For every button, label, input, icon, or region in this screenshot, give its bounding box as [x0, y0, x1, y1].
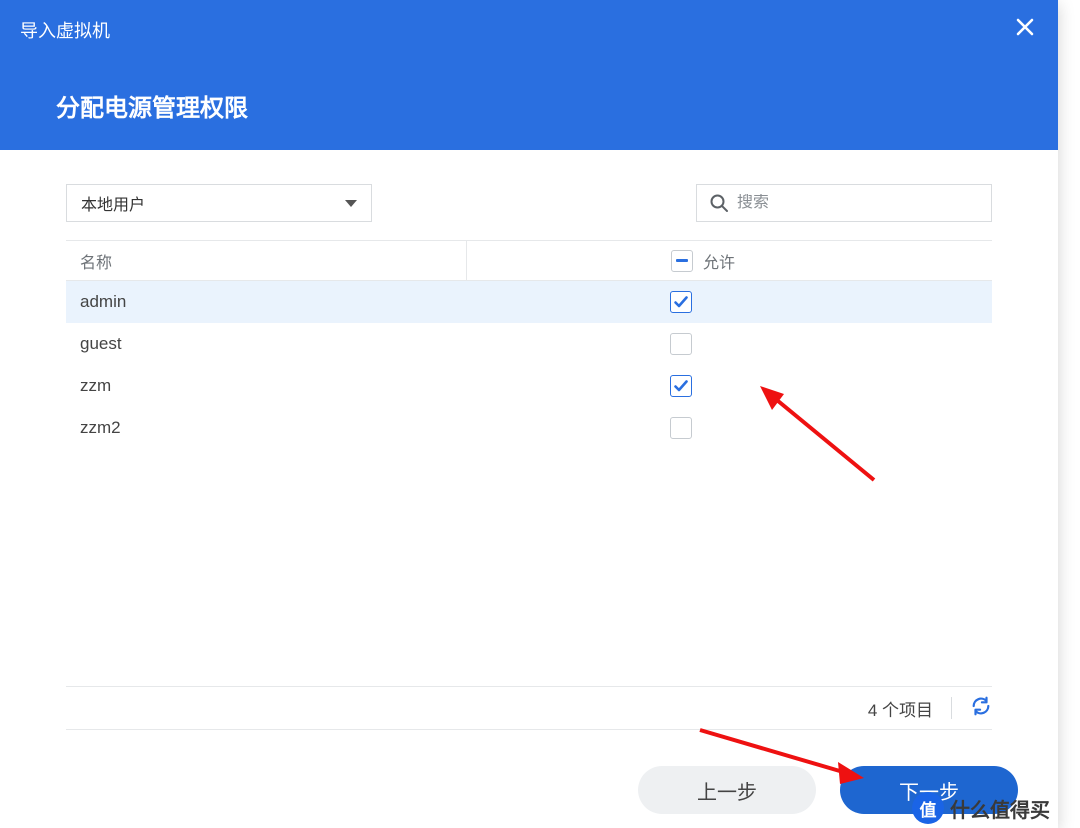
step-title: 分配电源管理权限 [56, 88, 248, 123]
minus-icon [676, 259, 688, 262]
import-vm-modal: 导入虚拟机 分配电源管理权限 本地用户 名称 允许 [0, 0, 1058, 828]
allow-checkbox[interactable] [670, 417, 692, 439]
refresh-button[interactable] [970, 695, 992, 722]
cell-name: admin [66, 292, 466, 312]
item-count: 4 个项目 [868, 696, 933, 721]
search-box[interactable] [696, 184, 992, 222]
table-row[interactable]: admin [66, 281, 992, 323]
dropdown-value: 本地用户 [81, 191, 145, 215]
column-header-allow-label: 允许 [703, 249, 735, 273]
header-checkbox-indeterminate[interactable] [671, 250, 693, 272]
check-icon [673, 294, 689, 310]
user-source-dropdown[interactable]: 本地用户 [66, 184, 372, 222]
table-header: 名称 允许 [66, 241, 992, 281]
table-row[interactable]: zzm [66, 365, 992, 407]
cell-allow [466, 365, 992, 407]
check-icon [673, 378, 689, 394]
cell-allow [466, 281, 992, 323]
cell-name: guest [66, 334, 466, 354]
chevron-down-icon [345, 200, 357, 207]
step-header: 分配电源管理权限 [0, 60, 1058, 150]
modal-title: 导入虚拟机 [20, 17, 110, 43]
allow-checkbox[interactable] [670, 291, 692, 313]
modal-titlebar: 导入虚拟机 [0, 0, 1058, 60]
controls-row: 本地用户 [66, 184, 992, 222]
column-header-allow[interactable]: 允许 [466, 241, 992, 280]
next-button[interactable]: 下一步 [840, 766, 1018, 814]
cell-allow [466, 407, 992, 449]
table-row[interactable]: zzm2 [66, 407, 992, 449]
modal-body: 本地用户 名称 允许 admin guest zzm zzm2 [0, 150, 1058, 449]
close-button[interactable] [1010, 12, 1040, 42]
permissions-table: 名称 允许 admin guest zzm zzm2 [66, 240, 992, 449]
footer-divider [951, 697, 952, 719]
refresh-icon [970, 695, 992, 717]
allow-checkbox[interactable] [670, 333, 692, 355]
search-input[interactable] [737, 194, 979, 212]
cell-name: zzm [66, 376, 466, 396]
prev-button[interactable]: 上一步 [638, 766, 816, 814]
cell-name: zzm2 [66, 418, 466, 438]
search-icon [709, 193, 729, 213]
table-row[interactable]: guest [66, 323, 992, 365]
close-icon [1016, 18, 1034, 36]
cell-allow [466, 323, 992, 365]
allow-checkbox[interactable] [670, 375, 692, 397]
column-header-name[interactable]: 名称 [66, 249, 466, 273]
wizard-actions: 上一步 下一步 [638, 766, 1018, 814]
table-body: admin guest zzm zzm2 [66, 281, 992, 449]
table-footer: 4 个项目 [66, 686, 992, 730]
